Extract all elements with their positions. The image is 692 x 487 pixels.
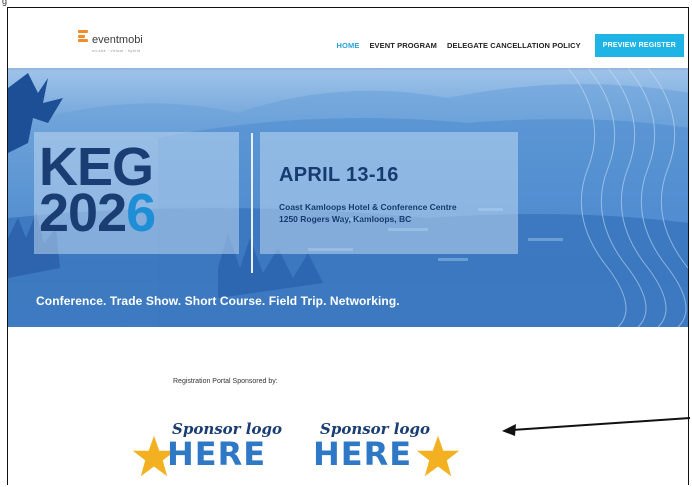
nav-delegate-cancellation-policy[interactable]: DELEGATE CANCELLATION POLICY [447, 41, 581, 50]
event-title-year-accent: 6 [126, 183, 156, 243]
top-label: g [2, 0, 8, 6]
eventmobi-logo[interactable]: eventmobi on-site · virtual · hybrid [78, 30, 143, 54]
logo-name: eventmobi [92, 34, 143, 46]
eventmobi-logo-icon [78, 30, 88, 42]
hero-banner: KEG 2026 APRIL 13-16 Coast Kamloops Hote… [8, 68, 688, 327]
event-date-box: APRIL 13-16 Coast Kamloops Hotel & Confe… [260, 132, 518, 254]
event-venue: Coast Kamloops Hotel & Conference Centre… [279, 201, 457, 225]
sponsor-logo-2[interactable]: Sponsor logo HERE [313, 420, 463, 482]
venue-name: Coast Kamloops Hotel & Conference Centre [279, 202, 457, 212]
event-date: APRIL 13-16 [279, 164, 399, 186]
site-header: eventmobi on-site · virtual · hybrid HOM… [8, 8, 688, 68]
hero-divider [251, 133, 253, 273]
sponsor-label: Registration Portal Sponsored by: [173, 378, 278, 385]
sponsor-logo-1[interactable]: Sponsor logo HERE [132, 420, 282, 482]
sponsor-logo-word: HERE [313, 435, 413, 473]
main-nav: HOME EVENT PROGRAM DELEGATE CANCELLATION… [327, 34, 688, 57]
venue-address: 1250 Rogers Way, Kamloops, BC [279, 214, 412, 224]
nav-home[interactable]: HOME [337, 41, 360, 50]
preview-register-button[interactable]: PREVIEW REGISTER [594, 34, 684, 57]
event-title-box: KEG 2026 [34, 132, 239, 254]
page-frame: eventmobi on-site · virtual · hybrid HOM… [7, 7, 689, 485]
sponsor-logo-word: HERE [167, 435, 267, 473]
event-title: KEG 2026 [39, 140, 156, 240]
event-title-year: 202 [39, 183, 127, 243]
nav-event-program[interactable]: EVENT PROGRAM [369, 41, 437, 50]
star-icon [416, 435, 460, 477]
logo-tagline: on-site · virtual · hybrid [92, 48, 141, 53]
event-tagline: Conference. Trade Show. Short Course. Fi… [36, 294, 400, 308]
